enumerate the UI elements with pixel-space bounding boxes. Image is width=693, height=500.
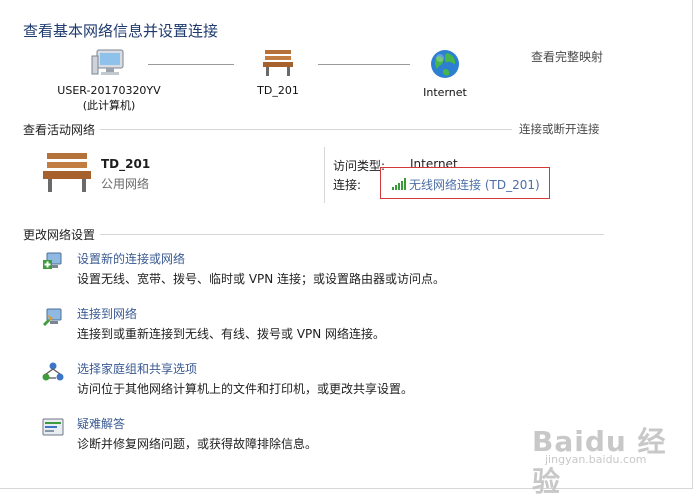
connect-disconnect-link[interactable]: 连接或断开连接 [519,121,600,137]
network-node-name: TD_201 [257,84,299,97]
section-divider [100,234,604,235]
network-type-link[interactable]: 公用网络 [101,175,149,192]
vertical-divider [324,147,325,203]
map-link-line [148,64,234,65]
task-setup-connection-desc: 设置无线、宽带、拨号、临时或 VPN 连接；或设置路由器或访问点。 [77,272,446,286]
task-connect-network-link[interactable]: 连接到网络 [77,305,137,322]
map-node-internet[interactable]: Internet [414,48,476,99]
page-title: 查看基本网络信息并设置连接 [23,22,219,40]
new-connection-icon [43,252,62,269]
full-map-link[interactable]: 查看完整映射 [531,48,603,65]
section-heading-settings: 更改网络设置 [23,228,96,242]
bench-icon [263,50,293,76]
connect-network-icon [43,308,62,326]
internet-node-name: Internet [423,86,467,99]
watermark-url: jingyan.baidu.com [545,453,647,466]
task-troubleshoot-link[interactable]: 疑难解答 [77,415,125,432]
connection-label: 连接: [333,178,362,192]
map-link-line [318,64,410,65]
active-network-name: TD_201 [101,157,151,171]
map-node-network[interactable]: TD_201 [248,48,308,97]
computer-sub: (此计算机) [82,99,136,112]
task-setup-connection-link[interactable]: 设置新的连接或网络 [77,250,185,267]
task-connect-network-desc: 连接到或重新连接到无线、有线、拨号或 VPN 网络连接。 [77,327,386,341]
section-divider [100,129,512,130]
access-type-label: 访问类型: [333,159,386,173]
section-heading-active: 查看活动网络 [23,123,96,137]
signal-strength-icon [392,178,406,190]
task-troubleshoot-desc: 诊断并修复网络问题，或获得故障排除信息。 [77,437,318,451]
wireless-connection-link[interactable]: 无线网络连接 (TD_201) [409,176,540,193]
task-homegroup-desc: 访问位于其他网络计算机上的文件和打印机，或更改共享设置。 [77,382,414,396]
globe-icon [431,50,459,78]
task-homegroup-link[interactable]: 选择家庭组和共享选项 [77,360,197,377]
troubleshoot-icon [42,418,64,436]
computer-name: USER-20170320YV [57,84,161,97]
computer-icon [91,49,124,75]
bench-icon [43,153,91,192]
map-node-computer[interactable]: USER-20170320YV (此计算机) [55,48,163,113]
homegroup-sharing-icon [42,362,64,381]
